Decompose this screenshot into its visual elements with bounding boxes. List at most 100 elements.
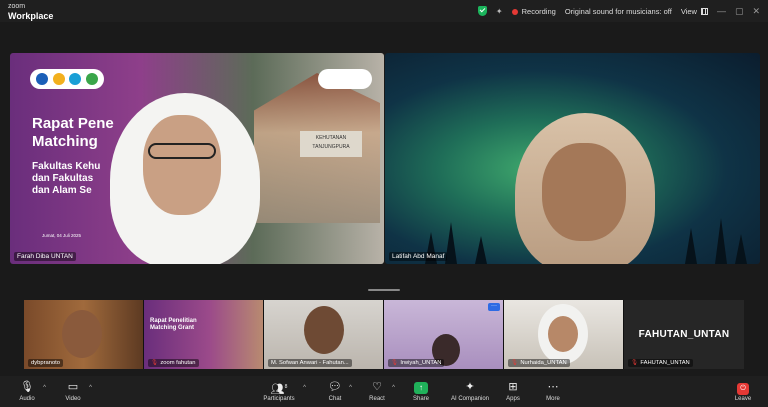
slide-title-line-2: Matching Grant bbox=[150, 325, 195, 331]
microphone-icon: 🎙︎ bbox=[20, 381, 34, 393]
gallery-tile[interactable]: dybpranoto bbox=[24, 300, 143, 369]
logo-icon bbox=[52, 73, 65, 85]
ai-sparkle-icon[interactable]: ✦ bbox=[496, 7, 503, 16]
apps-icon: ⊞ bbox=[508, 381, 518, 393]
participant-name-label: 🎙︎ Irwiyah_UNTAN bbox=[388, 359, 445, 367]
recording-label: Recording bbox=[521, 6, 556, 16]
gallery-tile[interactable]: Rapat Penelitian Matching Grant 🎙︎ zoom f… bbox=[144, 300, 263, 369]
video-tile-speaker-1[interactable]: Rapat Pene Matching Fakultas Kehu dan Fa… bbox=[10, 53, 384, 264]
university-logos bbox=[318, 69, 372, 89]
participant-name-label: Latifah Abd Manaf bbox=[389, 252, 448, 261]
chat-bubble-icon: 💬︎ bbox=[328, 381, 342, 393]
leave-button[interactable]: ⏻ Leave bbox=[733, 380, 753, 402]
tree-shape bbox=[475, 236, 487, 264]
view-label: View bbox=[680, 6, 697, 16]
participants-label: Participants bbox=[263, 396, 295, 402]
logo-icon bbox=[69, 73, 82, 85]
gallery-tile[interactable]: M. Sofwan Anwari - Fahutan... bbox=[264, 300, 383, 369]
chevron-up-icon[interactable]: ^ bbox=[43, 385, 46, 391]
chevron-up-icon[interactable]: ^ bbox=[89, 385, 92, 391]
title-bar: zoom Workplace ✦ Recording Original soun… bbox=[0, 0, 768, 22]
encryption-shield-icon[interactable] bbox=[477, 6, 487, 16]
gallery-tile[interactable]: 🎙︎ Nurhaida_UNTAN bbox=[504, 300, 623, 369]
mic-muted-icon: 🎙︎ bbox=[511, 360, 519, 366]
slide-subtitle: Fakultas Kehu dan Fakultas dan Alam Se bbox=[32, 161, 100, 197]
chat-label: Chat bbox=[328, 396, 342, 402]
audio-label: Audio bbox=[19, 396, 35, 402]
original-sound-status[interactable]: Original sound for musicians: off bbox=[565, 7, 672, 16]
participant-name-label: Farah Diba UNTAN bbox=[14, 252, 76, 261]
mic-muted-icon: 🎙︎ bbox=[631, 360, 639, 366]
logo-line-1: zoom bbox=[8, 3, 26, 10]
tree-shape bbox=[715, 218, 727, 264]
slide-subtitle-line-1: Fakultas Kehu bbox=[32, 161, 101, 172]
more-options-icon[interactable]: ··· bbox=[488, 303, 500, 311]
participant-name: zoom fahutan bbox=[160, 360, 196, 366]
leave-label: Leave bbox=[734, 396, 752, 402]
react-button[interactable]: ♡ React ^ bbox=[367, 380, 395, 402]
more-label: More bbox=[546, 396, 560, 402]
slide-title: Rapat Penelitian Matching Grant bbox=[150, 318, 197, 332]
camera-icon: ▭ bbox=[67, 381, 79, 393]
building-sign: KEHUTANAN TANJUNGPURA bbox=[300, 131, 362, 157]
audio-button[interactable]: 🎙︎ Audio ^ bbox=[16, 380, 46, 402]
apps-button[interactable]: ⊞ Apps bbox=[503, 380, 523, 402]
tree-shape bbox=[735, 234, 747, 264]
participant-face bbox=[548, 316, 578, 352]
view-button[interactable]: View bbox=[681, 7, 708, 16]
recording-indicator[interactable]: Recording bbox=[511, 6, 556, 16]
ai-companion-button[interactable]: ✦ AI Companion bbox=[448, 380, 492, 402]
participant-name: Irwiyah_UNTAN bbox=[400, 360, 442, 366]
video-button[interactable]: ▭ Video ^ bbox=[62, 380, 92, 402]
gallery-tile[interactable]: ··· 🎙︎ Irwiyah_UNTAN bbox=[384, 300, 503, 369]
logo-icon bbox=[85, 73, 98, 85]
gallery-strip: dybpranoto Rapat Penelitian Matching Gra… bbox=[24, 300, 744, 369]
slide-date: Jumat, 04 Juli 2025 bbox=[42, 233, 82, 238]
logo-line-2: Workplace bbox=[8, 11, 54, 21]
chat-button[interactable]: 💬︎ Chat ^ bbox=[326, 380, 352, 402]
participant-face bbox=[62, 310, 102, 358]
grid-view-icon bbox=[700, 8, 708, 16]
participant-face bbox=[542, 143, 626, 241]
ai-companion-label: AI Companion bbox=[450, 396, 490, 402]
more-icon: ⋯ bbox=[547, 381, 559, 393]
slide-title-line-2: Matching bbox=[32, 133, 98, 150]
video-tile-speaker-2[interactable]: Latifah Abd Manaf bbox=[385, 53, 760, 264]
participant-name: M. Sofwan Anwari - Fahutan... bbox=[271, 360, 349, 366]
close-icon[interactable]: ✕ bbox=[752, 6, 760, 17]
participant-name-label: dybpranoto bbox=[28, 359, 64, 367]
heart-icon: ♡ bbox=[372, 381, 382, 393]
participant-name-label: 🎙︎ FAHUTAN_UNTAN bbox=[628, 359, 693, 367]
maximize-icon[interactable]: ▢ bbox=[735, 6, 744, 17]
mic-muted-icon: 🎙︎ bbox=[151, 360, 159, 366]
chevron-up-icon[interactable]: ^ bbox=[349, 385, 352, 391]
slide-title: Rapat Pene Matching bbox=[32, 115, 114, 151]
zoom-logo: zoom Workplace bbox=[8, 3, 54, 21]
glasses-shape bbox=[148, 143, 216, 159]
mic-muted-icon: 🎙︎ bbox=[391, 360, 399, 366]
participant-name: Nurhaida_UNTAN bbox=[520, 360, 567, 366]
slide-subtitle-line-2: dan Fakultas bbox=[32, 173, 94, 184]
recording-dot-icon bbox=[511, 8, 518, 15]
minimize-icon[interactable]: — bbox=[717, 6, 726, 16]
slide-subtitle-line-3: dan Alam Se bbox=[32, 185, 92, 196]
participant-face bbox=[304, 306, 344, 354]
participant-name-label: M. Sofwan Anwari - Fahutan... bbox=[268, 359, 352, 367]
participant-name: FAHUTAN_UNTAN bbox=[640, 360, 690, 366]
video-label: Video bbox=[65, 396, 81, 402]
resize-handle[interactable] bbox=[368, 289, 400, 291]
share-button[interactable]: ↑ Share bbox=[411, 380, 431, 402]
tree-shape bbox=[685, 228, 697, 264]
chevron-up-icon[interactable]: ^ bbox=[303, 385, 306, 391]
slide-title-line-1: Rapat Penelitian bbox=[150, 318, 197, 324]
people-icon: 👥︎8 bbox=[270, 383, 288, 396]
apps-label: Apps bbox=[506, 396, 520, 402]
participant-name-label: 🎙︎ Nurhaida_UNTAN bbox=[508, 359, 570, 367]
participants-button[interactable]: 👥︎8 Participants ^ bbox=[262, 380, 306, 402]
chevron-up-icon[interactable]: ^ bbox=[392, 385, 395, 391]
participant-name-label: 🎙︎ zoom fahutan bbox=[148, 359, 199, 367]
more-button[interactable]: ⋯ More bbox=[542, 380, 564, 402]
leave-icon: ⏻ bbox=[733, 380, 753, 395]
sparkle-icon: ✦ bbox=[465, 381, 475, 393]
gallery-tile[interactable]: FAHUTAN_UNTAN 🎙︎ FAHUTAN_UNTAN bbox=[624, 300, 744, 369]
